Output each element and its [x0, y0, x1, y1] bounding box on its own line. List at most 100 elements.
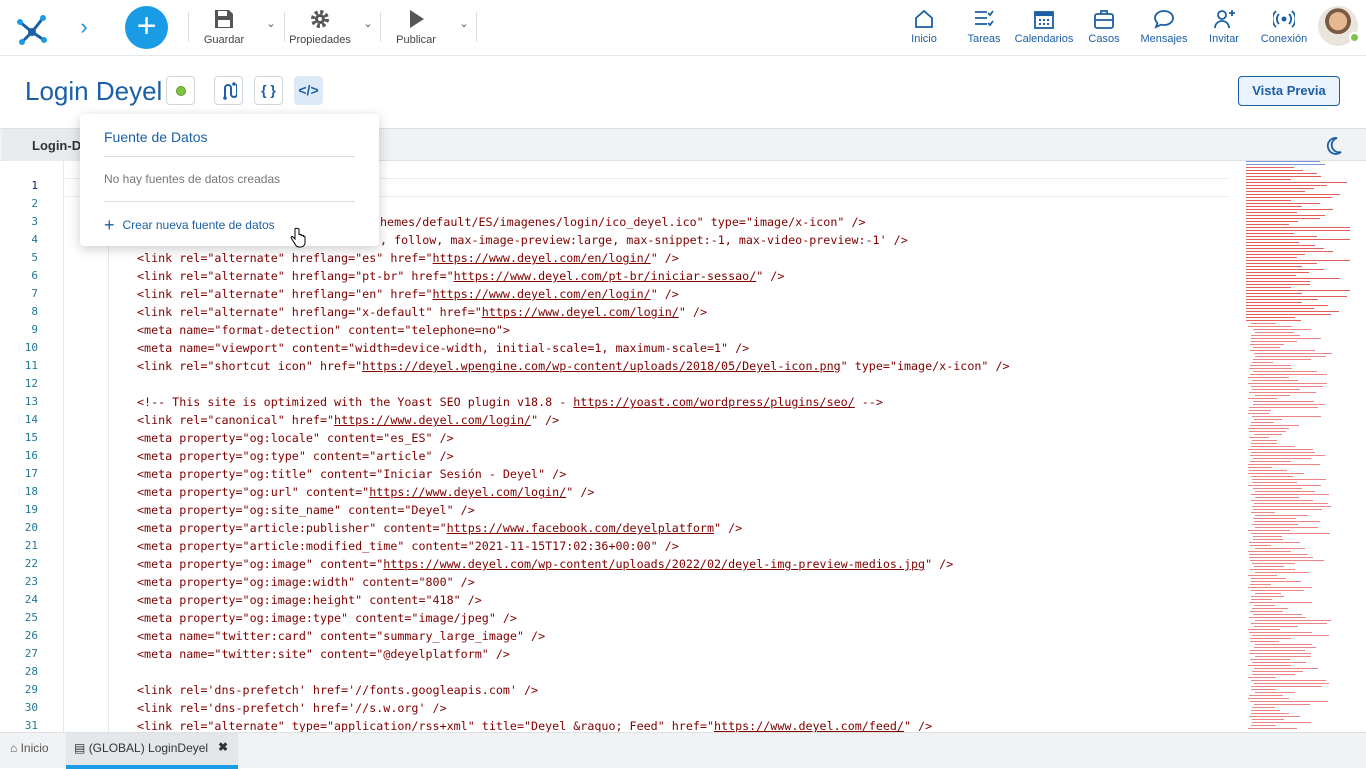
- code-line: <meta property="article:publisher" conte…: [137, 521, 743, 535]
- minimap-row: [1246, 302, 1302, 303]
- minimap-row: [1251, 452, 1315, 453]
- properties-dropdown-caret-icon[interactable]: ⌄: [361, 14, 375, 34]
- minimap-row: [1250, 461, 1291, 462]
- minimap-row: [1253, 509, 1322, 510]
- line-number: 26: [24, 629, 38, 642]
- minimap-row: [1249, 410, 1271, 411]
- minimap-row: [1251, 338, 1321, 339]
- save-button[interactable]: Guardar: [200, 6, 248, 50]
- status-button[interactable]: [166, 76, 195, 105]
- minimap-row: [1246, 215, 1325, 216]
- dark-mode-moon-icon[interactable]: [1322, 135, 1344, 157]
- code-line: <link rel='dns-prefetch' href='//s.w.org…: [137, 701, 447, 715]
- publish-button[interactable]: Publicar: [390, 6, 442, 50]
- minimap-row: [1248, 677, 1276, 678]
- add-button[interactable]: +: [125, 6, 168, 49]
- minimap-row: [1246, 269, 1324, 270]
- minimap-row: [1255, 548, 1305, 549]
- minimap-row: [1248, 413, 1269, 414]
- code-line: <link rel="shortcut icon" href="https://…: [137, 359, 1010, 373]
- add-user-icon: [1214, 10, 1235, 29]
- minimap-row: [1253, 404, 1325, 405]
- create-data-source-button[interactable]: + Crear nueva fuente de datos: [104, 215, 275, 236]
- divider: [188, 12, 189, 42]
- preview-button[interactable]: Vista Previa: [1238, 76, 1340, 106]
- minimap-row: [1246, 176, 1321, 177]
- expand-menu-chevron-icon[interactable]: ›: [74, 14, 94, 40]
- code-editor[interactable]: 1 2 3 4 5 6 7 8 9 10 11 12 13 14 15 16 17 18 19 20 21 22 23 24 2…: [0, 161, 1366, 732]
- minimap-row: [1255, 491, 1315, 492]
- minimap-row: [1246, 236, 1317, 237]
- top-bar: › + Guardar ⌄ Propiedades ⌄ Publicar ⌄ I…: [0, 0, 1366, 56]
- nav-invitar[interactable]: Invitar: [1194, 8, 1254, 45]
- deyel-logo-icon[interactable]: [12, 8, 52, 48]
- nav-invitar-label: Invitar: [1209, 33, 1239, 45]
- bottom-home-tab[interactable]: ⌂ Inicio: [10, 741, 49, 755]
- nav-tareas[interactable]: Tareas: [954, 8, 1014, 45]
- minimap-row: [1246, 257, 1297, 258]
- code-line: <link rel="alternate" hreflang="en" href…: [137, 287, 679, 301]
- minimap-row: [1251, 512, 1275, 513]
- minimap-row: [1246, 248, 1324, 249]
- popup-title: Fuente de Datos: [104, 129, 208, 145]
- properties-button[interactable]: Propiedades: [288, 6, 352, 50]
- minimap-row: [1252, 380, 1298, 381]
- minimap-row: [1249, 392, 1316, 393]
- minimap-row: [1249, 695, 1283, 696]
- line-number: 9: [31, 323, 38, 336]
- nav-mensajes[interactable]: Mensajes: [1134, 8, 1194, 45]
- minimap-row: [1248, 383, 1327, 384]
- minimap-row: [1248, 377, 1289, 378]
- minimap-row: [1246, 242, 1299, 243]
- minimap-row: [1252, 608, 1288, 609]
- line-number: 17: [24, 467, 38, 480]
- minimap-row: [1249, 368, 1292, 369]
- minimap-row: [1255, 692, 1295, 693]
- minimap-row: [1246, 290, 1350, 291]
- close-tab-icon[interactable]: ✖: [218, 740, 228, 754]
- nav-conexion[interactable]: Conexión: [1254, 8, 1314, 45]
- code-line: <link rel="canonical" href="https://www.…: [137, 413, 560, 427]
- nav-calendarios[interactable]: Calendarios: [1014, 8, 1074, 45]
- publish-dropdown-caret-icon[interactable]: ⌄: [457, 14, 471, 34]
- minimap-row: [1251, 680, 1326, 681]
- minimap-row: [1250, 641, 1279, 642]
- minimap-row: [1246, 245, 1315, 246]
- minimap-row: [1246, 188, 1314, 189]
- minimap-row: [1246, 203, 1320, 204]
- minimap-row: [1253, 401, 1314, 402]
- minimap-row: [1250, 350, 1315, 351]
- minimap-row: [1253, 329, 1311, 330]
- bottom-document-tab[interactable]: ▤ (GLOBAL) LoginDeyel ✖: [66, 733, 238, 769]
- nav-inicio[interactable]: Inicio: [894, 8, 954, 45]
- minimap-row: [1255, 620, 1331, 621]
- home-icon: [915, 9, 933, 28]
- minimap-row: [1251, 725, 1276, 726]
- nav-conexion-label: Conexión: [1260, 33, 1308, 45]
- braces-button[interactable]: { }: [254, 76, 283, 105]
- minimap-row: [1253, 458, 1311, 459]
- minimap-row: [1246, 173, 1317, 174]
- minimap-row: [1250, 545, 1271, 546]
- minimap[interactable]: [1238, 161, 1354, 732]
- nav-casos[interactable]: Casos: [1074, 8, 1134, 45]
- minimap-row: [1248, 449, 1313, 450]
- minimap-row: [1248, 464, 1320, 465]
- minimap-row: [1251, 578, 1286, 579]
- minimap-row: [1251, 323, 1276, 324]
- data-source-button[interactable]: [214, 76, 243, 105]
- code-icon: </>: [298, 82, 319, 98]
- code-line: <link rel="alternate" hreflang="pt-br" h…: [137, 269, 785, 283]
- minimap-row: [1253, 347, 1280, 348]
- minimap-row: [1246, 206, 1302, 207]
- minimap-row: [1246, 230, 1350, 231]
- minimap-row: [1254, 566, 1284, 567]
- minimap-row: [1246, 239, 1350, 240]
- code-view-button[interactable]: </>: [294, 76, 323, 105]
- minimap-row: [1246, 251, 1333, 252]
- minimap-row: [1251, 533, 1330, 534]
- minimap-row: [1254, 647, 1316, 648]
- save-dropdown-caret-icon[interactable]: ⌄: [264, 14, 278, 34]
- minimap-row: [1246, 266, 1302, 267]
- minimap-row: [1246, 179, 1291, 180]
